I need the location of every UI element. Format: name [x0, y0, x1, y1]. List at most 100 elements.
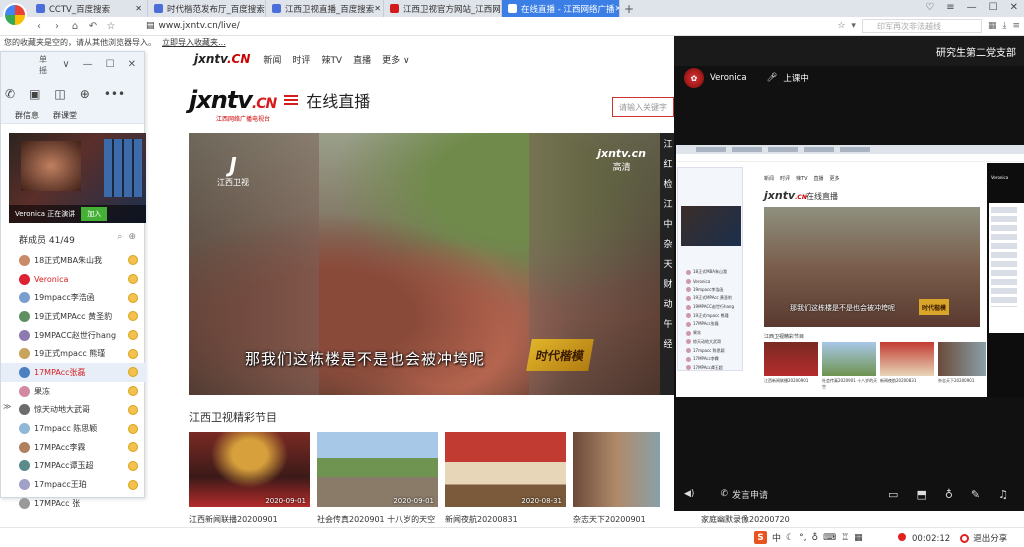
member-item[interactable]: 17MPAcc 张 — [1, 494, 146, 513]
chevron-down-icon[interactable]: ∨ — [62, 59, 69, 70]
forward-button[interactable]: › — [48, 21, 66, 32]
edit-icon[interactable]: ✎ — [971, 488, 980, 501]
channel-item[interactable]: 财 — [663, 277, 672, 290]
undo-icon[interactable]: ↶ — [84, 21, 102, 32]
channel-item[interactable]: 中 — [663, 217, 672, 230]
sogou-logo-icon[interactable]: S — [754, 531, 767, 544]
ime-mode[interactable]: 中 — [772, 531, 781, 544]
minimize-button[interactable]: — — [967, 2, 977, 13]
browser-search-input[interactable]: 印军再次非法越线 — [861, 19, 982, 33]
nav-latv[interactable]: 辣TV — [321, 53, 342, 66]
new-tab-button[interactable]: + — [620, 0, 638, 17]
mic-icon[interactable]: ♁ — [945, 488, 953, 501]
live-preview[interactable]: Veronica 正在演讲 加入 — [9, 133, 146, 223]
channel-item[interactable]: 杂 — [663, 237, 672, 250]
exit-share-button[interactable]: 退出分享 — [960, 532, 1007, 544]
member-item[interactable]: 19mpacc李浩函 — [1, 288, 146, 307]
close-button[interactable]: ✕ — [128, 59, 136, 70]
program-caption[interactable]: 江西新闻联播20200901 — [189, 514, 314, 526]
search-icon[interactable]: ⌕ — [117, 232, 122, 242]
add-member-icon[interactable]: ⊕ — [128, 232, 136, 242]
channel-item[interactable]: 经 — [663, 337, 672, 350]
maximize-button[interactable]: ☐ — [106, 59, 115, 70]
channel-item[interactable]: 江 — [663, 137, 672, 150]
member-item[interactable]: 惊天动地大武哥 — [1, 401, 146, 420]
more-icon[interactable]: ≡ — [1012, 21, 1020, 31]
program-caption[interactable]: 家庭幽默录像20200720 — [701, 514, 826, 526]
member-item[interactable]: 17mpacc王珀 — [1, 475, 146, 494]
browser-tab[interactable]: 江西卫视直播_百度搜索 ✕ — [266, 0, 384, 17]
video-icon[interactable]: ▣ — [29, 87, 40, 101]
volume-icon[interactable]: ◀) — [684, 489, 694, 499]
menu-icon[interactable]: ♡ — [925, 2, 934, 13]
close-icon[interactable]: ✕ — [374, 4, 381, 13]
nav-more[interactable]: 更多 ∨ — [382, 53, 409, 66]
browser-logo-icon[interactable] — [3, 3, 27, 27]
member-item[interactable]: 19MPACC赵世行hang — [1, 326, 146, 345]
camera-off-icon[interactable]: ▭ — [888, 488, 898, 501]
browser-tab[interactable]: CCTV_百度搜索 ✕ — [30, 0, 148, 17]
moon-icon[interactable]: ☾ — [786, 533, 794, 543]
browser-tab-active[interactable]: 在线直播 - 江西网络广播✕ — [502, 0, 620, 17]
tab-group-class[interactable]: 群课堂 — [53, 110, 77, 123]
nav-comment[interactable]: 时评 — [292, 53, 310, 66]
home-icon[interactable]: ⌂ — [66, 21, 84, 32]
browser-tab[interactable]: 时代楷范发布厅_百度搜索✕ — [148, 0, 266, 17]
program-thumb[interactable]: 2020-09-01 — [189, 432, 310, 507]
mic-icon[interactable]: ♁ — [811, 533, 818, 543]
member-item[interactable]: 17MPAcc谭玉超 — [1, 457, 146, 476]
channel-item[interactable]: 江 — [663, 197, 672, 210]
channel-item[interactable]: 午 — [663, 317, 672, 330]
tab-group-info[interactable]: 群信息 — [15, 110, 39, 123]
bookmark-icon[interactable]: ☆ — [837, 21, 845, 31]
close-icon[interactable]: ✕ — [135, 4, 142, 13]
channel-item[interactable]: 天 — [663, 257, 672, 270]
download-icon[interactable]: ⤓ — [1002, 21, 1006, 31]
channel-item[interactable]: 动 — [663, 297, 672, 310]
member-item[interactable]: 17MPAcc李霖 — [1, 438, 146, 457]
program-caption[interactable]: 新闻夜航20200831 — [445, 514, 570, 526]
member-item[interactable]: 果冻 — [1, 382, 146, 401]
program-thumb[interactable]: 2020-08-31 — [445, 432, 566, 507]
program-thumb[interactable] — [573, 432, 660, 507]
import-bookmarks-link[interactable]: 立即导入收藏夹... — [162, 37, 226, 48]
close-window-button[interactable]: ✕ — [1010, 2, 1018, 13]
minimize-button[interactable]: — — [83, 59, 93, 70]
brand-logo[interactable]: jxntv.CN — [189, 86, 277, 114]
shirt-icon[interactable]: ♖ — [841, 533, 849, 543]
back-button[interactable]: ‹ — [30, 21, 48, 32]
member-item[interactable]: 18正式MBA朱山我 — [1, 251, 146, 270]
channel-item[interactable]: 检 — [663, 177, 672, 190]
member-item[interactable]: Veronica — [1, 270, 146, 289]
join-button[interactable]: 加入 — [81, 207, 108, 221]
site-search-input[interactable]: 请输入关键字 — [612, 97, 674, 117]
punctuation-icon[interactable]: °, — [799, 533, 806, 543]
member-item[interactable]: 17mpacc 陈思颖 — [1, 419, 146, 438]
member-item[interactable]: 19正式mpacc 熊瑾 — [1, 344, 146, 363]
expand-icon[interactable]: ≫ — [3, 402, 11, 411]
screen-icon[interactable]: ⬒ — [916, 488, 926, 501]
dropdown-icon[interactable]: ▾ — [851, 21, 856, 31]
star-icon[interactable]: ☆ — [102, 21, 120, 32]
nav-news[interactable]: 新闻 — [263, 53, 281, 66]
apps-icon[interactable]: ▦ — [988, 21, 997, 31]
site-logo[interactable]: jxntv.CN — [194, 52, 250, 66]
program-caption[interactable]: 社会传真2020901 十八岁的天空 — [317, 514, 437, 526]
music-icon[interactable]: ♫ — [998, 488, 1008, 501]
phone-icon[interactable]: ✆ — [5, 87, 15, 101]
keyboard-icon[interactable]: ⌨ — [823, 533, 836, 543]
video-player[interactable]: J 江西卫视 jxntv.cn 高清 那我们这栋楼是不是也会被冲垮呢 时代楷模 — [189, 133, 660, 395]
member-item[interactable]: 19正式MPAcc 黄圣豹 — [1, 307, 146, 326]
maximize-button[interactable]: ☐ — [989, 2, 998, 13]
url-field[interactable]: ▤ www.jxntv.cn/live/ — [146, 21, 240, 31]
toolbox-icon[interactable]: ▦ — [854, 533, 863, 543]
program-caption[interactable]: 杂志天下20200901 — [573, 514, 698, 526]
channel-item[interactable]: 红 — [663, 157, 672, 170]
browser-tab[interactable]: 江西卫视官方网站_江西网✕ — [384, 0, 502, 17]
add-app-icon[interactable]: ⊕ — [80, 87, 90, 101]
screen-share-icon[interactable]: ◫ — [54, 87, 65, 101]
settings-icon[interactable]: ≡ — [946, 2, 954, 13]
speak-request-button[interactable]: ✆ 发言申请 — [720, 488, 768, 501]
member-item[interactable]: 17MPAcc张磊 — [1, 363, 146, 382]
nav-live[interactable]: 直播 — [353, 53, 371, 66]
